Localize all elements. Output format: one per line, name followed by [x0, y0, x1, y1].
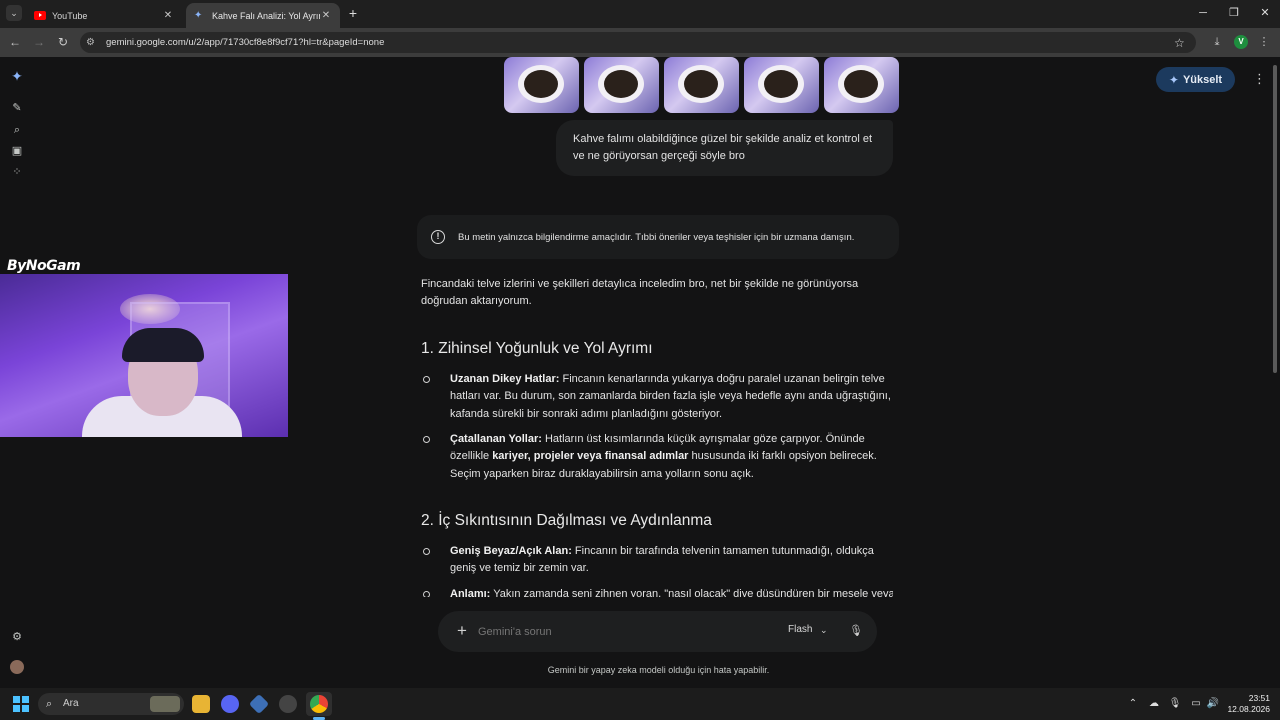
user-message: Kahve falımı olabildiğince güzel bir şek…: [556, 120, 893, 176]
download-icon[interactable]: ⤓: [1210, 35, 1224, 49]
response-intro: Fincandaki telve izlerini ve şekilleri d…: [421, 278, 859, 307]
gemini-logo-icon[interactable]: ✦: [10, 69, 24, 83]
file-explorer-icon[interactable]: [192, 695, 210, 713]
chevron-up-icon[interactable]: ⌃: [1126, 697, 1140, 711]
scrollbar-thumb[interactable]: [1273, 65, 1277, 373]
tab-gemini[interactable]: ✦ Kahve Falı Analizi: Yol Ayrımı ve ✕: [186, 3, 340, 28]
coffee-cup-image[interactable]: [584, 57, 659, 113]
tab-title: YouTube: [52, 10, 88, 21]
bullet-title: Geniş Beyaz/Açık Alan:: [450, 545, 572, 557]
footer-disclaimer: Gemini bir yapay zeka modeli olduğu için…: [547, 665, 770, 675]
bullet-circle-icon: [423, 548, 430, 555]
browser-toolbar: ← → ↻ ⚙ gemini.google.com/u/2/app/71730c…: [0, 28, 1280, 57]
url-text: gemini.google.com/u/2/app/71730cf8e8f9cf…: [106, 37, 385, 48]
microphone-icon[interactable]: 🎙: [849, 623, 863, 639]
forward-arrow-icon[interactable]: →: [32, 35, 46, 49]
streamer-logo: ByNoGam: [7, 258, 81, 274]
minimize-icon[interactable]: ─: [1196, 6, 1210, 20]
new-chat-icon[interactable]: ✎: [10, 101, 24, 115]
tab-title: Kahve Falı Analizi: Yol Ayrımı ve: [212, 10, 320, 21]
streamer-logo-text: ByNoGam: [7, 258, 81, 274]
section-heading: 2. İç Sıkıntısının Dağılması ve Aydınlan…: [421, 512, 712, 529]
bullet-title: Uzanan Dikey Hatlar:: [450, 373, 560, 385]
bullet-title: Çatallanan Yollar:: [450, 433, 542, 445]
clock-date: 12.08.2026: [1227, 704, 1270, 714]
volume-icon[interactable]: 🔊: [1206, 697, 1220, 711]
bookmark-star-icon[interactable]: ☆: [1174, 36, 1190, 50]
more-options-icon[interactable]: ⋮: [1253, 71, 1266, 87]
discord-icon[interactable]: [221, 695, 239, 713]
windows-taskbar: ⌕ Ara ⌃ ☁ 🎙 ▭ 🔊 23:51 12.08.2026: [0, 688, 1280, 720]
site-info-icon[interactable]: ⚙: [86, 37, 100, 49]
coffee-cup-image[interactable]: [824, 57, 899, 113]
coffee-cup-image[interactable]: [504, 57, 579, 113]
youtube-icon: [34, 11, 46, 20]
info-alert-icon: !: [431, 230, 445, 244]
search-icon[interactable]: ⌕: [10, 123, 24, 137]
system-clock[interactable]: 23:51 12.08.2026: [1224, 693, 1270, 715]
restore-icon[interactable]: ❐: [1227, 6, 1241, 20]
uploaded-images: [504, 57, 900, 114]
taskbar-search[interactable]: ⌕ Ara: [38, 693, 184, 715]
add-attachment-plus-icon[interactable]: +: [454, 622, 470, 639]
steam-icon[interactable]: [279, 695, 297, 713]
disclaimer-text: Bu metin yalnızca bilgilendirme amaçlıdı…: [458, 231, 855, 243]
settings-gear-icon[interactable]: ⚙: [10, 630, 24, 644]
app-icon[interactable]: [248, 693, 270, 715]
reload-icon[interactable]: ↻: [56, 35, 70, 49]
model-selector[interactable]: Flash: [788, 624, 812, 635]
taskbar-search-label: Ara: [63, 698, 79, 709]
sparkle-icon: ✦: [1168, 72, 1179, 87]
list-item: Geniş Beyaz/Açık Alan: Fincanın bir tara…: [423, 543, 893, 578]
prompt-composer: + Flash ⌄ 🎙: [438, 611, 877, 652]
bullet-emphasis: kariyer, projeler veya finansal adımlar: [492, 450, 689, 463]
window-close-icon[interactable]: ✕: [1258, 6, 1272, 20]
browser-tab-bar: ⌄ YouTube ✕ ✦ Kahve Falı Analizi: Yol Ay…: [0, 0, 1280, 28]
address-bar[interactable]: ⚙ gemini.google.com/u/2/app/71730cf8e8f9…: [80, 32, 1196, 53]
tab-youtube[interactable]: YouTube ✕: [26, 3, 182, 28]
display-icon[interactable]: ▭: [1189, 697, 1203, 711]
tab-search-chevron-icon[interactable]: ⌄: [6, 5, 22, 21]
back-arrow-icon[interactable]: ←: [8, 35, 22, 49]
medical-disclaimer: ! Bu metin yalnızca bilgilendirme amaçlı…: [417, 215, 899, 259]
coffee-cup-image[interactable]: [664, 57, 739, 113]
list-item: Çatallanan Yollar: Hatların üst kısımlar…: [423, 431, 893, 483]
chrome-icon[interactable]: [310, 695, 328, 713]
apps-grid-icon[interactable]: ⁘: [10, 165, 24, 179]
browser-menu-icon[interactable]: ⋮: [1258, 35, 1270, 49]
microphone-icon[interactable]: 🎙: [1168, 697, 1182, 711]
bullet-circle-icon: [423, 376, 430, 383]
clock-time: 23:51: [1248, 693, 1270, 703]
close-icon[interactable]: ✕: [162, 10, 174, 21]
upgrade-button[interactable]: ✦ Yükselt: [1156, 67, 1235, 92]
profile-avatar[interactable]: V: [1234, 35, 1248, 49]
windows-start-icon[interactable]: [13, 696, 29, 712]
upgrade-label: Yükselt: [1182, 73, 1223, 86]
close-icon[interactable]: ✕: [320, 10, 332, 21]
search-icon: ⌕: [46, 698, 53, 710]
new-tab-plus-icon[interactable]: +: [346, 6, 360, 20]
gems-icon[interactable]: ▣: [10, 144, 24, 158]
gemini-icon: ✦: [194, 10, 203, 21]
section-heading: 1. Zihinsel Yoğunluk ve Yol Ayrımı: [421, 340, 653, 357]
chevron-down-icon[interactable]: ⌄: [820, 623, 830, 637]
bullet-circle-icon: [423, 436, 430, 443]
webcam-overlay: [0, 274, 288, 437]
search-highlight-image: [150, 696, 180, 712]
prompt-input[interactable]: [478, 624, 758, 640]
list-item: Uzanan Dikey Hatlar: Fincanın kenarların…: [423, 371, 893, 423]
coffee-cup-image[interactable]: [744, 57, 819, 113]
onedrive-cloud-icon[interactable]: ☁: [1147, 697, 1161, 711]
